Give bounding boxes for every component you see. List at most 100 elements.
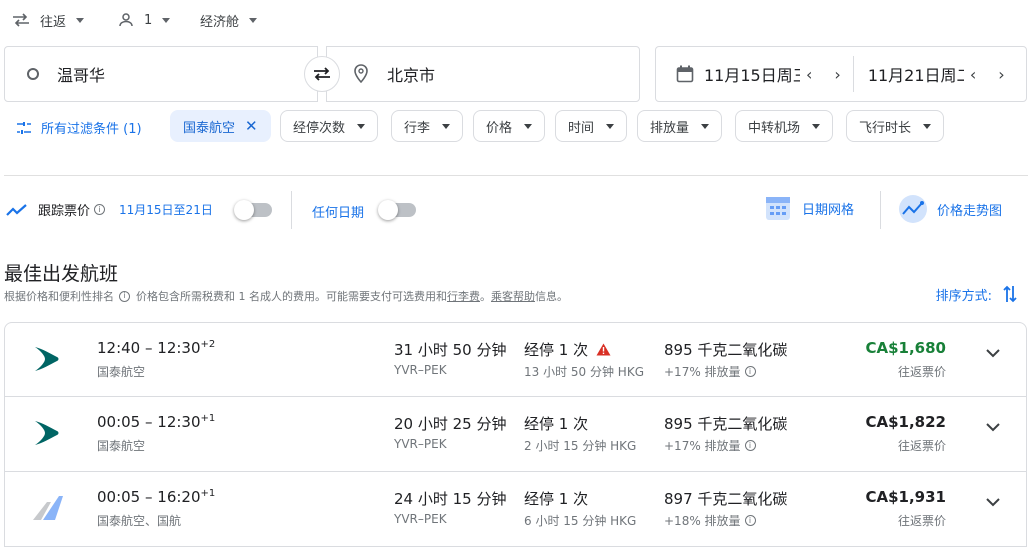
passenger-help-link[interactable]: 乘客帮助 xyxy=(491,288,535,304)
info-icon[interactable]: i xyxy=(744,440,756,451)
sort-icon xyxy=(1003,285,1017,303)
flight-duration: 31 小时 50 分钟 xyxy=(394,341,507,359)
chip-label: 中转机场 xyxy=(748,120,801,136)
any-dates-toggle[interactable] xyxy=(378,200,416,220)
price-type: 往返票价 xyxy=(897,439,946,453)
chevron-down-icon[interactable] xyxy=(986,423,1000,432)
chip-label: 价格 xyxy=(486,120,513,136)
emissions-label: +17% 排放量 xyxy=(664,365,741,379)
chevron-down-icon[interactable] xyxy=(986,349,1000,358)
depart-next-icon[interactable]: › xyxy=(834,65,840,84)
chip-label: 经停次数 xyxy=(293,120,346,136)
passengers-count: 1 xyxy=(144,12,153,28)
info-icon[interactable]: i xyxy=(94,204,106,215)
chevron-down-icon[interactable] xyxy=(986,498,1000,507)
return-prev-icon[interactable]: ‹ xyxy=(970,65,976,84)
flight-row[interactable]: 12:40 – 12:30+2 国泰航空 31 小时 50 分钟 YVR–PEK… xyxy=(4,322,1027,397)
price-note: 价格包含所需税费和 1 名成人的费用。可能需要支付可选费用和 xyxy=(136,290,447,303)
chip-baggage[interactable]: 行李 xyxy=(391,110,464,142)
passengers-select[interactable]: 1 xyxy=(118,8,171,32)
date-grid-icon xyxy=(766,197,790,220)
chevron-down-icon xyxy=(524,123,533,129)
section-divider xyxy=(4,175,1028,176)
info-icon[interactable]: i xyxy=(119,290,130,302)
chevron-down-icon xyxy=(606,123,615,129)
track-dates-toggle[interactable] xyxy=(234,200,272,220)
day-offset: +2 xyxy=(200,339,216,350)
all-filters-label: 所有过滤条件 (1) xyxy=(41,122,142,137)
chip-emissions[interactable]: 排放量 xyxy=(637,110,723,142)
emissions-info: +17% 排放量 i xyxy=(664,437,756,454)
origin-value: 温哥华 xyxy=(57,66,106,85)
cathay-logo-icon xyxy=(35,421,59,445)
chip-connecting-airports[interactable]: 中转机场 xyxy=(735,110,834,142)
destination-field[interactable]: 北京市 xyxy=(326,46,640,102)
date-grid-button[interactable]: 日期网格 xyxy=(764,194,854,222)
person-icon xyxy=(119,13,133,27)
results-heading: 最佳出发航班 xyxy=(4,263,119,285)
flight-duration: 24 小时 15 分钟 xyxy=(394,490,507,508)
cabin-select[interactable]: 经济舱 xyxy=(200,8,258,32)
layover-info: 6 小时 15 分钟 HKG xyxy=(524,514,637,528)
swap-button[interactable] xyxy=(304,56,340,92)
airline-name: 国泰航空、国航 xyxy=(97,514,182,528)
multi-airline-logo-icon xyxy=(33,496,63,520)
baggage-fees-link[interactable]: 行李费 xyxy=(447,288,480,304)
price-type: 往返票价 xyxy=(897,514,946,528)
info-icon[interactable]: i xyxy=(744,366,756,377)
chip-duration[interactable]: 飞行时长 xyxy=(846,110,945,142)
chip-time[interactable]: 时间 xyxy=(555,110,628,142)
chevron-down-icon xyxy=(76,17,85,23)
co2-value: 895 千克二氧化碳 xyxy=(664,341,788,359)
chevron-down-icon xyxy=(701,123,710,129)
track-prices: 跟踪票价 i 11月15日至21日 xyxy=(6,200,213,219)
flight-row[interactable]: 00:05 – 16:20+1 国泰航空、国航 24 小时 15 分钟 YVR–… xyxy=(4,472,1027,547)
chip-price[interactable]: 价格 xyxy=(473,110,546,142)
results-subtitle: 根据价格和便利性排名 i 价格包含所需税费和 1 名成人的费用。可能需要支付可选… xyxy=(4,288,568,304)
flight-duration: 20 小时 25 分钟 xyxy=(394,415,507,433)
flight-row[interactable]: 00:05 – 12:30+1 国泰航空 20 小时 25 分钟 YVR–PEK… xyxy=(4,397,1027,472)
price-type: 往返票价 xyxy=(897,365,946,379)
vertical-divider xyxy=(880,191,881,229)
chip-stops[interactable]: 经停次数 xyxy=(280,110,379,142)
arrive-time: 12:30 xyxy=(157,413,201,431)
chip-label: 时间 xyxy=(568,120,595,136)
swap-arrows-icon xyxy=(13,13,29,27)
return-date[interactable]: 11月21日周二 xyxy=(868,62,964,86)
origin-circle-icon xyxy=(27,68,39,80)
depart-time: 12:40 xyxy=(97,339,141,357)
stops-info: 经停 1 次 xyxy=(524,488,588,509)
trending-icon xyxy=(6,203,27,216)
sort-button[interactable]: 排序方式: xyxy=(936,284,1018,304)
tune-icon xyxy=(17,121,31,134)
origin-field[interactable]: 温哥华 xyxy=(4,46,318,102)
toggle-knob xyxy=(234,200,254,220)
layover-info: 2 小时 15 分钟 HKG xyxy=(524,439,637,453)
stops-label: 经停 1 次 xyxy=(524,341,589,359)
trip-type-select[interactable]: 往返 xyxy=(12,8,85,32)
emissions-info: +18% 排放量 i xyxy=(664,512,756,529)
day-offset: +1 xyxy=(200,413,216,424)
location-pin-icon xyxy=(354,64,368,84)
chevron-down-icon xyxy=(357,123,366,129)
trip-type-label: 往返 xyxy=(40,14,67,30)
depart-date[interactable]: 11月15日周三 xyxy=(704,62,800,86)
sort-label: 排序方式: xyxy=(935,288,992,304)
info-icon[interactable]: i xyxy=(744,515,756,526)
depart-prev-icon[interactable]: ‹ xyxy=(806,65,812,84)
flight-price: CA$1,931 xyxy=(865,488,946,506)
chip-label: 行李 xyxy=(404,120,431,136)
chevron-down-icon xyxy=(162,17,171,23)
return-next-icon[interactable]: › xyxy=(998,65,1004,84)
date-range-field[interactable]: 11月15日周三 ‹ › 11月21日周二 ‹ › xyxy=(655,46,1027,102)
price-graph-button[interactable]: 价格走势图 xyxy=(897,194,1002,224)
close-icon[interactable]: ✕ xyxy=(245,117,258,135)
chevron-down-icon xyxy=(249,17,258,23)
all-filters-button[interactable]: 所有过滤条件 (1) xyxy=(16,118,142,137)
depart-time: 00:05 xyxy=(97,413,141,431)
track-dates: 11月15日至21日 xyxy=(119,203,213,217)
chip-cathay-active[interactable]: 国泰航空 ✕ xyxy=(170,110,271,142)
toggle-knob xyxy=(378,200,398,220)
emissions-label: +18% 排放量 xyxy=(664,514,741,528)
flight-price: CA$1,680 xyxy=(865,339,946,357)
